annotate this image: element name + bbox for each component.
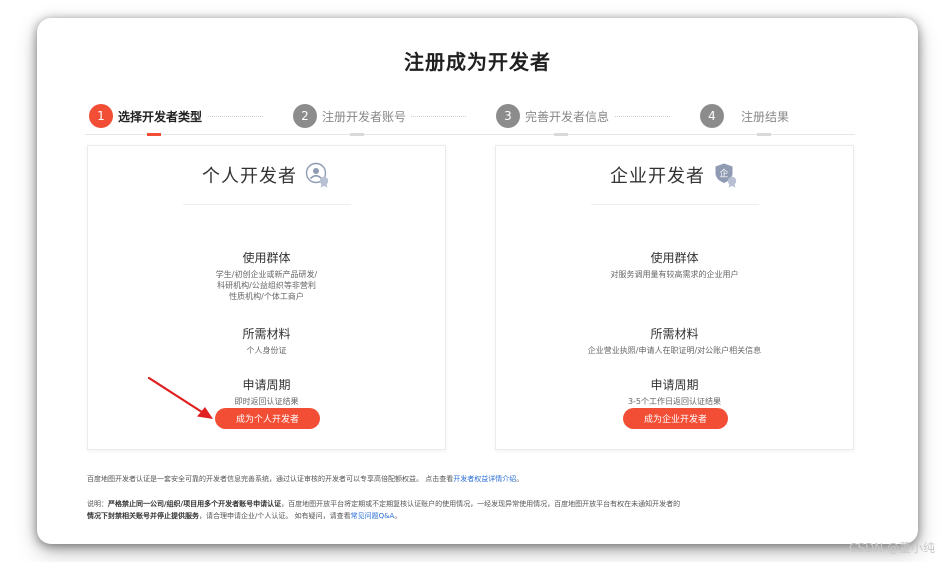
period-title: 申请周期 — [242, 378, 291, 392]
users-line: 学生/初创企业或新产品研发/ — [215, 270, 318, 279]
intro-text: 百度地图开发者认证是一套安全可靠的开发者信息完善系统，通过认证审核的开发者可以专… — [87, 475, 454, 483]
become-enterprise-developer-button[interactable]: 成为企业开发者 — [623, 408, 728, 429]
step-number: 1 — [89, 104, 113, 128]
become-personal-developer-button[interactable]: 成为个人开发者 — [215, 408, 320, 429]
page-title: 注册成为开发者 — [404, 50, 551, 74]
usage-note: 说明：严格禁止同一公司/组织/项目用多个开发者账号申请认证，百度地图开放平台将定… — [87, 499, 680, 510]
faq-link[interactable]: 常见问题Q&A — [351, 512, 395, 520]
note-text: ，百度地图开放平台将定期或不定期复核认证账户的使用情况，一经发现异常使用情况，百… — [281, 500, 681, 508]
step-number: 4 — [700, 104, 724, 128]
watermark: CSDN @董小纯 — [848, 541, 935, 555]
intro-note: 百度地图开发者认证是一套安全可靠的开发者信息完善系统，通过认证审核的开发者可以专… — [87, 474, 523, 485]
card-title: 个人开发者 — [202, 166, 297, 187]
personal-developer-icon — [305, 162, 329, 188]
step-indicator: 1 选择开发者类型 2 注册开发者账号 3 完善开发者信息 4 注册结果 — [85, 102, 855, 136]
step-register-account[interactable]: 2 注册开发者账号 — [293, 104, 406, 128]
note-end: 。 — [394, 512, 402, 520]
card-divider — [591, 204, 759, 205]
step-connector — [615, 116, 670, 117]
step-label: 注册结果 — [741, 109, 790, 124]
materials-section: 所需材料 企业营业执照/申请人在职证明/对公账户相关信息 — [496, 325, 853, 356]
step-label: 注册开发者账号 — [322, 109, 407, 124]
materials-title: 所需材料 — [650, 327, 699, 341]
period-section: 申请周期 3-5个工作日返回认证结果 — [496, 376, 853, 407]
card-header: 企业开发者 企 — [496, 162, 853, 188]
step-number: 3 — [496, 104, 520, 128]
step-select-type[interactable]: 1 选择开发者类型 — [89, 104, 202, 128]
intro-end: 。 — [516, 475, 524, 483]
materials-section: 所需材料 个人身份证 — [88, 325, 445, 356]
step-connector — [208, 116, 263, 117]
step-connector — [411, 116, 466, 117]
materials-description: 个人身份证 — [246, 346, 287, 355]
note-warning-2: 情况下封禁相关账号并停止提供服务 — [87, 512, 199, 520]
personal-developer-card: 个人开发者 使用群体 学生/初创企业或新产品研发/ 科研机构/公益组织等非营利 … — [87, 145, 446, 450]
enterprise-developer-icon: 企 — [715, 163, 737, 188]
registration-panel: 注册成为开发者 1 选择开发者类型 2 注册开发者账号 3 完善开发者信息 4 … — [37, 18, 918, 544]
users-description: 对服务调用量有较高需求的企业用户 — [496, 269, 853, 280]
users-section: 使用群体 学生/初创企业或新产品研发/ 科研机构/公益组织等非营利 性质机构/个… — [88, 249, 445, 302]
users-title: 使用群体 — [242, 251, 291, 265]
period-section: 申请周期 即时返回认证结果 — [88, 376, 445, 407]
materials-description: 企业营业执照/申请人在职证明/对公账户相关信息 — [587, 346, 762, 355]
users-line: 科研机构/公益组织等非营利 — [217, 281, 316, 290]
step-label: 完善开发者信息 — [525, 109, 610, 124]
active-step-indicator — [147, 133, 161, 136]
step-result[interactable]: 4 注册结果 — [700, 104, 789, 128]
period-description: 3-5个工作日返回认证结果 — [627, 397, 722, 406]
step-tick — [757, 133, 771, 136]
note-warning: 严格禁止同一公司/组织/项目用多个开发者账号申请认证 — [108, 500, 282, 508]
step-tick — [554, 133, 568, 136]
card-header: 个人开发者 — [88, 162, 445, 188]
step-complete-info[interactable]: 3 完善开发者信息 — [496, 104, 609, 128]
step-tick — [350, 133, 364, 136]
card-title: 企业开发者 — [610, 166, 705, 187]
users-title: 使用群体 — [650, 251, 699, 265]
materials-title: 所需材料 — [242, 327, 291, 341]
steps-baseline — [85, 134, 855, 135]
step-label: 选择开发者类型 — [118, 109, 203, 124]
step-number: 2 — [293, 104, 317, 128]
users-line: 性质机构/个体工商户 — [229, 292, 304, 301]
users-line: 对服务调用量有较高需求的企业用户 — [610, 270, 739, 279]
period-title: 申请周期 — [650, 378, 699, 392]
enterprise-developer-card: 企业开发者 企 使用群体 对服务调用量有较高需求的企业用户 所需材料 企业营业执… — [495, 145, 854, 450]
card-divider — [183, 204, 351, 205]
usage-note-continued: 情况下封禁相关账号并停止提供服务，请合理申请企业/个人认证。 如有疑问，请查看常… — [87, 511, 401, 522]
annotation-arrow-icon — [147, 376, 213, 419]
period-description: 即时返回认证结果 — [234, 397, 299, 406]
note-text-2: ，请合理申请企业/个人认证。 如有疑问，请查看 — [199, 512, 351, 520]
note-prefix: 说明： — [87, 500, 108, 508]
developer-benefits-link[interactable]: 开发者权益详情介绍 — [453, 475, 516, 483]
svg-text:企: 企 — [719, 168, 728, 180]
users-description: 学生/初创企业或新产品研发/ 科研机构/公益组织等非营利 性质机构/个体工商户 — [88, 269, 445, 302]
users-section: 使用群体 对服务调用量有较高需求的企业用户 — [496, 249, 853, 280]
